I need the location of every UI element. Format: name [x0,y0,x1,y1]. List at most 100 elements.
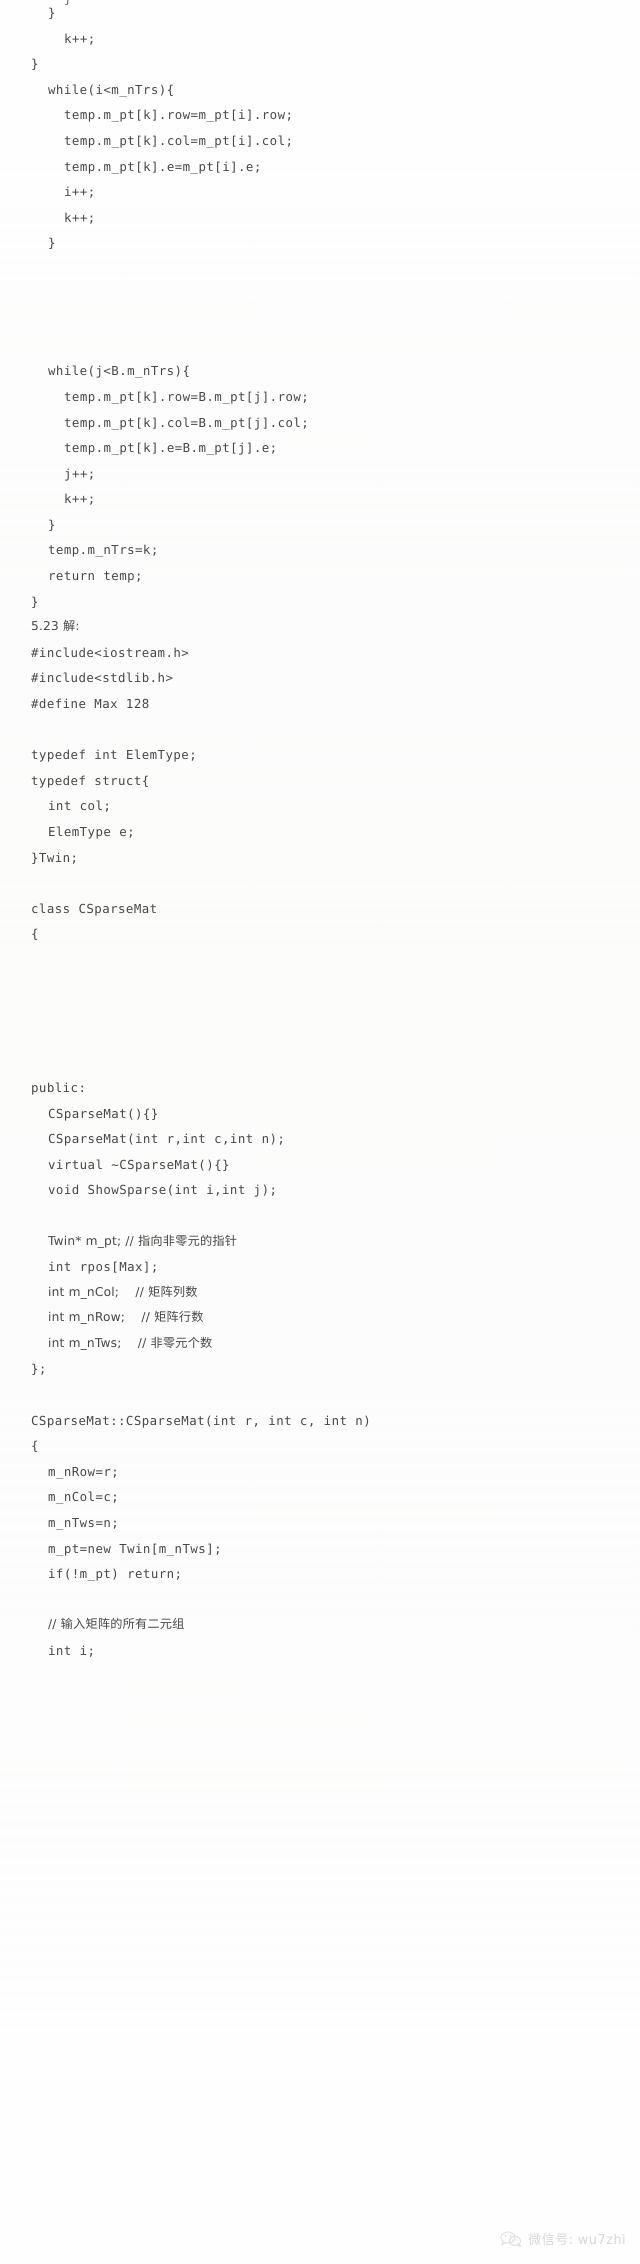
code-line: temp.m_nTrs=k; [0,537,640,563]
code-line-text: k++; [64,30,96,46]
code-line: temp.m_pt[k].row=B.m_pt[j].row; [0,384,640,410]
code-line: #define Max 128 [0,691,640,717]
code-line-text: int col; [48,798,112,814]
code-line-text: CSparseMat(){} [48,1105,159,1121]
code-line-text: k++; [64,491,96,507]
code-line: } [0,51,640,77]
code-line-text: }; [31,1361,47,1377]
code-line: void ShowSparse(int i,int j); [0,1177,640,1203]
code-line-text: temp.m_pt[k].row=B.m_pt[j].row; [64,388,310,404]
code-line: temp.m_pt[k].e=B.m_pt[j].e; [0,435,640,461]
code-line: if(!m_pt) return; [0,1561,640,1587]
code-line-text: typedef int ElemType; [31,747,198,763]
code-line: typedef struct{ [0,768,640,794]
code-line: #include<iostream.h> [0,640,640,666]
code-line: m_pt=new Twin[m_nTws]; [0,1536,640,1562]
code-line-text: m_nTws=n; [48,1515,120,1531]
code-line-text: } [48,5,56,20]
code-line: } [0,589,640,615]
code-line-text: temp.m_pt[k].e=m_pt[i].e; [64,158,262,174]
code-line-text: } [48,516,56,532]
code-line: 5.23 解: [0,614,640,640]
code-line-text: m_pt=new Twin[m_nTws]; [48,1540,223,1556]
code-line: temp.m_pt[k].col=m_pt[i].col; [0,128,640,154]
code-line-text: int i; [48,1643,96,1658]
code-line-text: void ShowSparse(int i,int j); [48,1182,278,1198]
code-line: // 输入矩阵的所有二元组 [0,1612,640,1638]
code-line-text: while(i<m_nTrs){ [48,81,175,97]
code-line: temp.m_pt[k].col=B.m_pt[j].col; [0,410,640,436]
code-line: public: [0,1075,640,1101]
code-line: return temp; [0,563,640,589]
code-line: m_nCol=c; [0,1484,640,1510]
code-line: #include<stdlib.h> [0,665,640,691]
code-line: virtual ~CSparseMat(){} [0,1152,640,1178]
code-line-text: } [31,593,39,609]
code-line-text: }Twin; [31,849,79,865]
code-line-text: m_nRow=r; [48,1463,120,1479]
code-line-text: temp.m_pt[k].col=m_pt[i].col; [64,132,294,148]
code-line: }; [0,1356,640,1382]
code-line-text: } [31,56,39,72]
code-line-text: // 输入矩阵的所有二元组 [48,1617,185,1632]
code-line: typedef int ElemType; [0,742,640,768]
wechat-watermark: 微信号: wu7zhi [500,2229,626,2248]
code-line: k++; [0,205,640,231]
code-line-text: i++; [64,184,96,200]
code-line: ElemType e; [0,819,640,845]
code-line-text: int m_nCol; // 矩阵列数 [48,1284,198,1299]
code-line-text: Twin* m_pt; // 指向非零元的指针 [48,1233,238,1248]
code-line-text: int m_nTws; // 非零元个数 [48,1335,213,1350]
code-line-text: typedef struct{ [31,772,150,788]
code-line: CSparseMat(){} [0,1101,640,1127]
code-line: temp.m_pt[k].row=m_pt[i].row; [0,102,640,128]
code-line: { [0,1433,640,1459]
code-line-text: ElemType e; [48,824,136,839]
code-line: Twin* m_pt; // 指向非零元的指针 [0,1229,640,1255]
code-line-text: temp.m_pt[k].row=m_pt[i].row; [64,107,294,123]
code-line-text: CSparseMat(int r,int c,int n); [48,1131,286,1147]
code-line-text: #define Max 128 [31,696,150,712]
code-line: int m_nTws; // 非零元个数 [0,1331,640,1357]
code-line: { [0,921,640,947]
code-line-text: #include<iostream.h> [31,644,190,660]
code-line: m_nRow=r; [0,1459,640,1485]
code-line-text: if(!m_pt) return; [48,1566,183,1582]
code-line: int rpos[Max]; [0,1254,640,1280]
code-line: int m_nCol; // 矩阵列数 [0,1280,640,1306]
code-line-text: temp.m_pt[k].col=B.m_pt[j].col; [64,414,310,430]
code-line-text: while(j<B.m_nTrs){ [48,363,191,379]
code-line: int col; [0,793,640,819]
code-line-text: 5.23 解: [31,619,80,634]
code-line: } [0,230,640,256]
code-line: } [0,512,640,538]
code-line: i++; [0,179,640,205]
code-line-text: { [31,926,39,942]
code-line: int i; [0,1638,640,1664]
code-line-text: int rpos[Max]; [48,1259,159,1275]
code-line: int m_nRow; // 矩阵行数 [0,1305,640,1331]
code-line-text: temp.m_pt[k].e=B.m_pt[j].e; [64,440,278,456]
code-line-text: } [48,235,56,251]
code-line-text: #include<stdlib.h> [31,670,174,686]
code-line: k++; [0,26,640,52]
code-line-text: m_nCol=c; [48,1489,120,1505]
code-line: m_nTws=n; [0,1510,640,1536]
code-line-text: k++; [64,209,96,225]
code-line: k++; [0,486,640,512]
code-line: while(j<B.m_nTrs){ [0,358,640,384]
code-line-text: j++; [64,465,96,481]
code-line-text: class CSparseMat [31,900,158,916]
code-line-text: int m_nRow; // 矩阵行数 [48,1310,204,1325]
